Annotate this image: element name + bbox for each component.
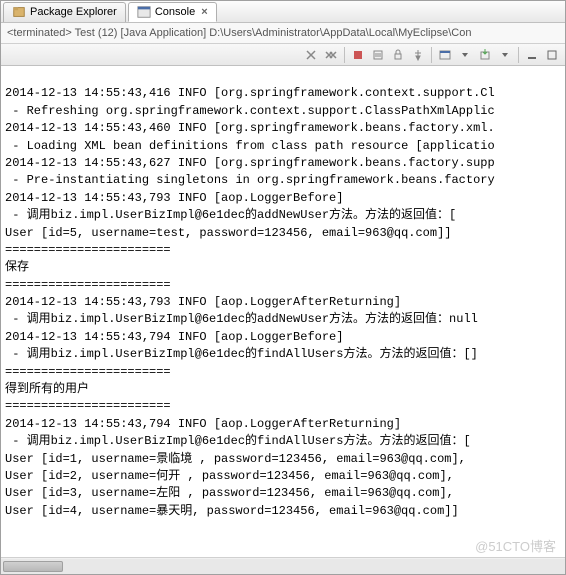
package-explorer-icon bbox=[12, 5, 26, 19]
dropdown-arrow-icon[interactable] bbox=[496, 46, 514, 64]
tab-bar: Package Explorer Console × bbox=[1, 1, 565, 23]
separator bbox=[431, 47, 432, 63]
console-toolbar bbox=[1, 44, 565, 66]
launch-status: <terminated> Test (12) [Java Application… bbox=[1, 23, 565, 44]
scroll-thumb[interactable] bbox=[3, 561, 63, 572]
separator bbox=[518, 47, 519, 63]
pin-console-icon[interactable] bbox=[409, 46, 427, 64]
open-console-icon[interactable] bbox=[476, 46, 494, 64]
minimize-icon[interactable] bbox=[523, 46, 541, 64]
tab-label: Package Explorer bbox=[30, 6, 117, 18]
scroll-track[interactable] bbox=[1, 559, 565, 574]
remove-all-icon[interactable] bbox=[322, 46, 340, 64]
clear-console-icon[interactable] bbox=[369, 46, 387, 64]
console-output[interactable]: 2014-12-13 14:55:43,416 INFO [org.spring… bbox=[1, 66, 565, 557]
dropdown-arrow-icon[interactable] bbox=[456, 46, 474, 64]
terminate-icon[interactable] bbox=[349, 46, 367, 64]
remove-launch-icon[interactable] bbox=[302, 46, 320, 64]
scroll-lock-icon[interactable] bbox=[389, 46, 407, 64]
tab-label: Console bbox=[155, 6, 195, 18]
display-console-icon[interactable] bbox=[436, 46, 454, 64]
tab-package-explorer[interactable]: Package Explorer bbox=[3, 2, 126, 22]
separator bbox=[344, 47, 345, 63]
close-icon[interactable]: × bbox=[201, 6, 207, 18]
horizontal-scrollbar[interactable] bbox=[1, 557, 565, 574]
maximize-icon[interactable] bbox=[543, 46, 561, 64]
console-icon bbox=[137, 5, 151, 19]
tab-console[interactable]: Console × bbox=[128, 2, 217, 22]
